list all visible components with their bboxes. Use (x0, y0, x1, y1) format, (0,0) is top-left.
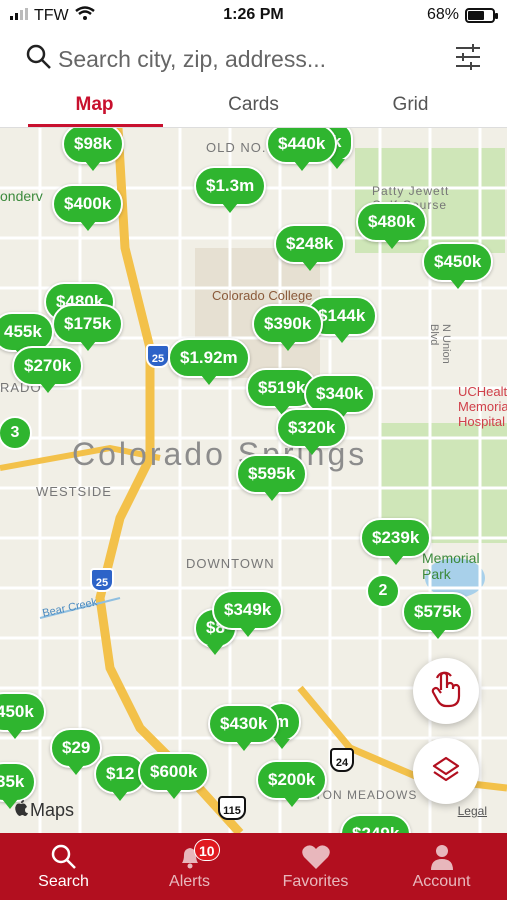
draw-search-button[interactable] (413, 658, 479, 724)
search-input[interactable] (58, 42, 418, 76)
active-tab-indicator (28, 124, 163, 127)
tab-grid[interactable]: Grid (326, 94, 495, 116)
price-pin[interactable]: $98k (62, 128, 124, 171)
search-icon (0, 843, 127, 871)
alerts-badge: 10 (194, 839, 220, 861)
price-pin[interactable]: $320k (276, 408, 348, 455)
apple-maps-attribution: Maps (14, 800, 74, 821)
area-label-wonderview: onderv (0, 188, 43, 204)
price-pin[interactable]: $1.92m (168, 338, 250, 385)
price-pin[interactable]: $440k (266, 128, 338, 171)
maps-attribution-label: Maps (30, 800, 75, 820)
street-label-n-union: N Union Blvd (428, 324, 452, 364)
area-label-downtown: DOWNTOWN (186, 556, 275, 571)
price-pin[interactable]: $200k (256, 760, 328, 807)
area-label-memorial-park: Memorial Park (422, 550, 480, 582)
price-pin[interactable]: $349k (212, 590, 284, 637)
layers-icon (431, 754, 461, 789)
nav-alerts[interactable]: 10 Alerts (126, 833, 253, 900)
interstate-25-shield: 25 (146, 344, 170, 368)
nav-search-label: Search (38, 873, 89, 890)
nav-alerts-label: Alerts (169, 873, 210, 890)
poi-label-uchealth: UCHealth Memorial Hospital (458, 384, 507, 429)
filter-sliders-icon[interactable] (453, 42, 483, 77)
map-layers-button[interactable] (413, 738, 479, 804)
nav-search[interactable]: Search (0, 833, 127, 900)
us-24-shield: 24 (330, 748, 354, 772)
price-pin[interactable]: $400k (52, 184, 124, 231)
legal-link[interactable]: Legal (458, 804, 487, 818)
heart-icon (252, 843, 379, 871)
interstate-25-shield: 25 (90, 568, 114, 592)
price-pin[interactable]: $270k (12, 346, 84, 393)
search-icon[interactable] (26, 44, 52, 75)
price-pin[interactable]: $1.3m (194, 166, 267, 213)
status-bar: TFW 1:26 PM 68% (0, 0, 507, 32)
bell-icon (126, 843, 253, 871)
price-pin[interactable]: $175k (52, 304, 124, 351)
price-pin[interactable]: $450k (422, 242, 494, 289)
nav-favorites[interactable]: Favorites (252, 833, 379, 900)
nav-favorites-label: Favorites (282, 873, 349, 890)
map-view[interactable]: Colorado Springs OLD NO... END Patty Jew… (0, 128, 507, 833)
nav-account[interactable]: Account (378, 833, 505, 900)
cluster-marker[interactable]: 2 (366, 574, 400, 608)
tab-cards[interactable]: Cards (169, 94, 338, 116)
nav-account-label: Account (412, 873, 471, 890)
view-tabs: Map Cards Grid (0, 88, 507, 128)
price-pin[interactable]: $239k (360, 518, 432, 565)
bottom-nav: Search 10 Alerts Favorites Account (0, 833, 507, 900)
tab-map[interactable]: Map (10, 94, 179, 116)
price-pin[interactable]: $29 (50, 728, 103, 775)
hand-pointer-icon (429, 670, 463, 713)
person-icon (378, 843, 505, 871)
price-pin[interactable]: $390k (252, 304, 324, 351)
battery-percent: 68% (426, 6, 459, 23)
price-pin[interactable]: $595k (236, 454, 308, 501)
price-pin[interactable]: 450k (0, 692, 46, 739)
price-pin[interactable]: $575k (402, 592, 474, 639)
apple-logo-icon (14, 800, 28, 821)
area-label-colorado-college: Colorado College (212, 288, 313, 303)
price-pin[interactable]: $430k (208, 704, 280, 751)
price-pin[interactable]: $249k (340, 814, 412, 833)
price-pin[interactable]: $248k (274, 224, 346, 271)
state-115-shield: 115 (218, 796, 246, 820)
price-pin[interactable]: $480k (356, 202, 428, 249)
search-bar (0, 34, 507, 84)
battery-icon (465, 7, 498, 23)
price-pin[interactable]: $600k (138, 752, 210, 799)
area-label-westside: WESTSIDE (36, 484, 112, 499)
